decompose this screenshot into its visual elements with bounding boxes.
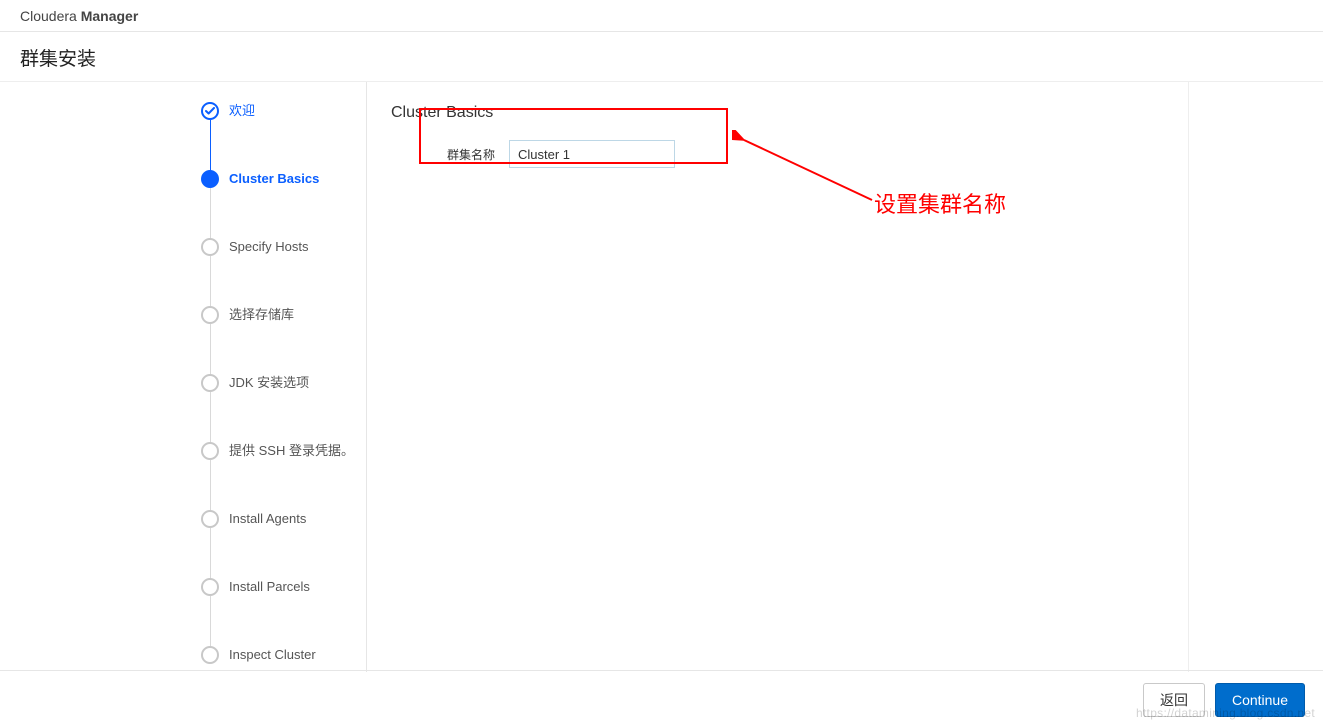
step-connector-line [210,324,211,376]
brand-bold: Manager [81,8,139,24]
footer: 返回 Continue [0,670,1323,728]
step-label: Specify Hosts [229,238,308,255]
wizard-step-6[interactable]: Install Agents [183,510,366,578]
cluster-name-row: 群集名称 [447,140,1164,168]
page-title: 群集安装 [20,44,1303,71]
cluster-name-input[interactable] [509,140,675,168]
wizard-step-2[interactable]: Specify Hosts [183,238,366,306]
step-label: Inspect Cluster [229,646,316,663]
step-label: Cluster Basics [229,170,319,187]
step-connector-line [210,392,211,444]
page-title-row: 群集安装 [0,32,1323,82]
step-bullet-icon [201,510,219,528]
step-bullet-icon [201,374,219,392]
left-gap [0,82,183,672]
annotation-text: 设置集群名称 [874,187,1006,219]
step-bullet-icon [201,238,219,256]
top-bar: Cloudera Manager [0,0,1323,32]
brand-light: Cloudera [20,8,81,24]
step-bullet-icon [201,442,219,460]
wizard-step-5[interactable]: 提供 SSH 登录凭据。 [183,442,366,510]
step-bullet-icon [201,170,219,188]
wizard-step-1[interactable]: Cluster Basics [183,170,366,238]
brand: Cloudera Manager [20,8,138,24]
step-bullet-icon [201,646,219,664]
step-label: 提供 SSH 登录凭据。 [229,442,354,459]
step-connector-line [210,460,211,512]
content-col: Cluster Basics 群集名称 [367,82,1189,672]
step-connector-line [210,120,211,172]
step-label: 选择存储库 [229,306,294,323]
wizard-step-3[interactable]: 选择存储库 [183,306,366,374]
step-label: Install Agents [229,510,306,527]
step-bullet-icon [201,578,219,596]
wizard-step-7[interactable]: Install Parcels [183,578,366,646]
step-bullet-icon [201,102,219,120]
step-connector-line [210,188,211,240]
step-label: JDK 安装选项 [229,374,309,391]
cluster-name-label: 群集名称 [447,146,495,163]
step-bullet-icon [201,306,219,324]
step-connector-line [210,596,211,648]
step-label: 欢迎 [229,102,255,119]
step-connector-line [210,528,211,580]
wizard-steps: 欢迎 Cluster Basics Specify Hosts 选择存储库 JDK 安装… [183,82,367,672]
wizard-step-4[interactable]: JDK 安装选项 [183,374,366,442]
section-title: Cluster Basics [391,104,1164,122]
right-gap [1189,82,1323,672]
body-row: 欢迎 Cluster Basics Specify Hosts 选择存储库 JDK 安装… [0,82,1323,672]
step-connector-line [210,256,211,308]
step-label: Install Parcels [229,578,310,595]
wizard-step-0[interactable]: 欢迎 [183,102,366,170]
watermark: https://datamining.blog.csdn.net [1136,706,1315,720]
